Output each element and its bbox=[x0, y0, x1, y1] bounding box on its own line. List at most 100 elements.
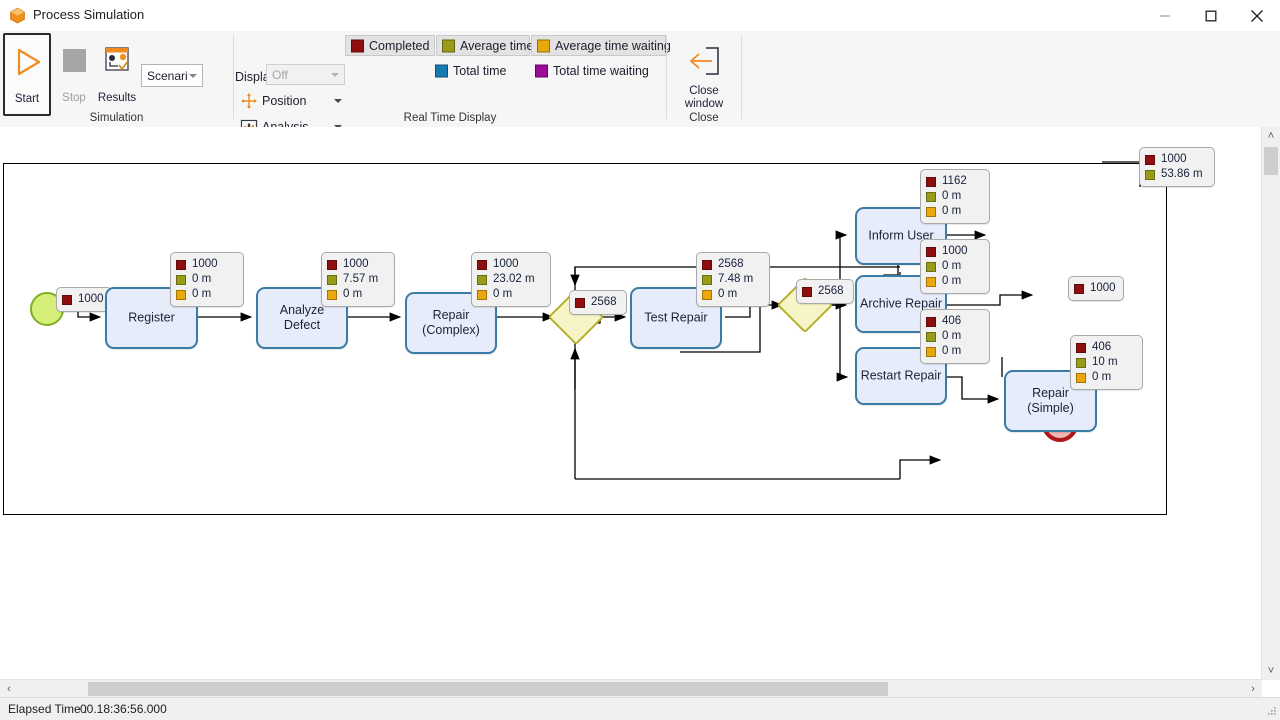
ribbon-group-close: Close window Close bbox=[667, 31, 741, 127]
tooltip-value: 406 bbox=[1092, 341, 1112, 353]
tooltip-swatch-completed bbox=[176, 260, 186, 270]
tooltip-swatch-completed bbox=[62, 295, 72, 305]
legend-swatch-total-time-waiting bbox=[535, 64, 548, 77]
display-combo[interactable]: Off bbox=[266, 64, 345, 85]
tooltip-value: 10 m bbox=[1092, 356, 1118, 368]
process-diagram-canvas[interactable]: 1000 1000 2568 2568 Register 1000 0 m 0 … bbox=[0, 127, 1262, 680]
position-menu-button[interactable]: Position bbox=[240, 90, 344, 112]
tooltip-value: 0 m bbox=[343, 288, 363, 300]
task-label: Register bbox=[128, 310, 175, 325]
tooltip-swatch-average-time bbox=[1145, 170, 1155, 180]
stop-icon bbox=[50, 40, 98, 82]
tooltip-value: 0 m bbox=[192, 273, 212, 285]
start-button-label: Start bbox=[14, 93, 40, 105]
tooltip-value: 0 m bbox=[942, 205, 962, 217]
scroll-up-button[interactable]: ˄ bbox=[1262, 127, 1280, 145]
scenario-combo-value: Scenari bbox=[147, 68, 188, 83]
process-simulation-window: Process Simulation Start Stop Results Sc… bbox=[0, 0, 1280, 720]
stop-button[interactable]: Stop bbox=[50, 34, 98, 113]
vertical-scrollbar[interactable]: ˄ ˅ bbox=[1261, 127, 1280, 680]
task-inform-user-tooltip: 1162 0 m 0 m bbox=[920, 169, 990, 224]
ribbon-group-simulation: Start Stop Results Scenari Simulation bbox=[0, 31, 233, 127]
ribbon-group-label-real-time-display: Real Time Display bbox=[403, 112, 497, 124]
tooltip-value: 0 m bbox=[942, 275, 962, 287]
task-test-repair-tooltip: 2568 7.48 m 0 m bbox=[696, 252, 770, 307]
gateway-2-tooltip: 2568 bbox=[796, 279, 854, 304]
tooltip-value: 1000 bbox=[1161, 153, 1187, 165]
close-window-button[interactable]: Close window bbox=[672, 34, 736, 113]
task-label: Restart Repair bbox=[860, 368, 942, 383]
tooltip-swatch-average-time bbox=[702, 275, 712, 285]
vertical-scroll-thumb[interactable] bbox=[1264, 147, 1278, 175]
ribbon-group-real-time-display: Display Off Position Completed Average t… bbox=[234, 31, 671, 135]
tooltip-swatch-average-time-waiting bbox=[176, 290, 186, 300]
minimize-button[interactable] bbox=[1142, 0, 1188, 31]
legend-swatch-total-time bbox=[435, 64, 448, 77]
task-label: Repair (Simple) bbox=[1027, 386, 1074, 415]
display-combo-value: Off bbox=[272, 67, 288, 82]
legend-label-average-time-waiting: Average time waiting bbox=[555, 38, 671, 53]
ribbon-toolbar: Start Stop Results Scenari Simulation Di… bbox=[0, 31, 1280, 135]
elapsed-time-label: Elapsed Time : bbox=[8, 702, 88, 716]
results-button[interactable]: Results bbox=[92, 34, 142, 113]
tooltip-swatch-average-time bbox=[327, 275, 337, 285]
tooltip-value: 0 m bbox=[493, 288, 513, 300]
scroll-down-button[interactable]: ˅ bbox=[1262, 662, 1280, 680]
tooltip-swatch-completed bbox=[1074, 284, 1084, 294]
scenario-combo[interactable]: Scenari bbox=[141, 64, 203, 87]
legend-label-completed: Completed bbox=[369, 38, 430, 53]
chevron-down-icon bbox=[331, 72, 339, 77]
close-button[interactable] bbox=[1234, 0, 1280, 31]
start-button[interactable]: Start bbox=[3, 33, 51, 116]
tooltip-value: 0 m bbox=[718, 288, 738, 300]
start-event-tooltip: 1000 bbox=[56, 287, 112, 312]
window-title: Process Simulation bbox=[33, 7, 145, 22]
task-register-tooltip: 1000 0 m 0 m bbox=[170, 252, 244, 307]
chevron-down-icon bbox=[189, 73, 197, 78]
tooltip-swatch-completed bbox=[702, 260, 712, 270]
close-window-icon bbox=[672, 40, 736, 82]
tooltip-swatch-completed bbox=[926, 177, 936, 187]
ribbon-group-label-simulation: Simulation bbox=[89, 112, 144, 124]
task-analyze-defect-tooltip: 1000 7.57 m 0 m bbox=[321, 252, 395, 307]
task-repair-complex-tooltip: 1000 23.02 m 0 m bbox=[471, 252, 551, 307]
tooltip-swatch-average-time bbox=[176, 275, 186, 285]
legend-completed[interactable]: Completed bbox=[345, 35, 435, 56]
legend-label-average-time: Average time bbox=[460, 38, 534, 53]
tooltip-swatch-completed bbox=[477, 260, 487, 270]
end-event-tooltip: 1000 bbox=[1068, 276, 1124, 301]
legend-total-time-waiting[interactable]: Total time waiting bbox=[530, 60, 655, 81]
scroll-left-button[interactable]: ‹ bbox=[0, 680, 18, 698]
tooltip-swatch-completed bbox=[926, 247, 936, 257]
tooltip-value: 2568 bbox=[818, 285, 844, 297]
tooltip-value: 7.57 m bbox=[343, 273, 379, 285]
tooltip-value: 0 m bbox=[942, 190, 962, 202]
task-restart-repair-tooltip: 406 0 m 0 m bbox=[920, 309, 990, 364]
horizontal-scroll-thumb[interactable] bbox=[88, 682, 888, 696]
horizontal-scrollbar[interactable]: ‹ › bbox=[0, 679, 1262, 698]
tooltip-value: 0 m bbox=[1092, 371, 1112, 383]
tooltip-value: 0 m bbox=[942, 330, 962, 342]
legend-label-total-time-waiting: Total time waiting bbox=[553, 63, 649, 78]
tooltip-swatch-average-time-waiting bbox=[926, 277, 936, 287]
legend-average-time[interactable]: Average time bbox=[436, 35, 534, 56]
close-window-label-line2: window bbox=[684, 98, 724, 110]
tooltip-value: 1000 bbox=[343, 258, 369, 270]
results-button-label: Results bbox=[97, 92, 137, 104]
tooltip-swatch-average-time-waiting bbox=[926, 207, 936, 217]
maximize-button[interactable] bbox=[1188, 0, 1234, 31]
task-archive-repair-tooltip: 1000 0 m 0 m bbox=[920, 239, 990, 294]
play-icon bbox=[5, 41, 49, 83]
title-bar: Process Simulation bbox=[0, 0, 1280, 32]
tooltip-value: 1162 bbox=[942, 175, 967, 187]
tooltip-value: 0 m bbox=[942, 345, 962, 357]
scroll-right-button[interactable]: › bbox=[1244, 680, 1262, 698]
legend-average-time-waiting[interactable]: Average time waiting bbox=[531, 35, 671, 56]
tooltip-swatch-completed bbox=[926, 317, 936, 327]
tooltip-swatch-average-time bbox=[926, 192, 936, 202]
pool-tooltip: 1000 53.86 m bbox=[1139, 147, 1215, 187]
resize-grip[interactable] bbox=[1265, 705, 1277, 717]
position-label: Position bbox=[262, 94, 307, 108]
legend-total-time[interactable]: Total time bbox=[430, 60, 520, 81]
tooltip-swatch-average-time bbox=[477, 275, 487, 285]
